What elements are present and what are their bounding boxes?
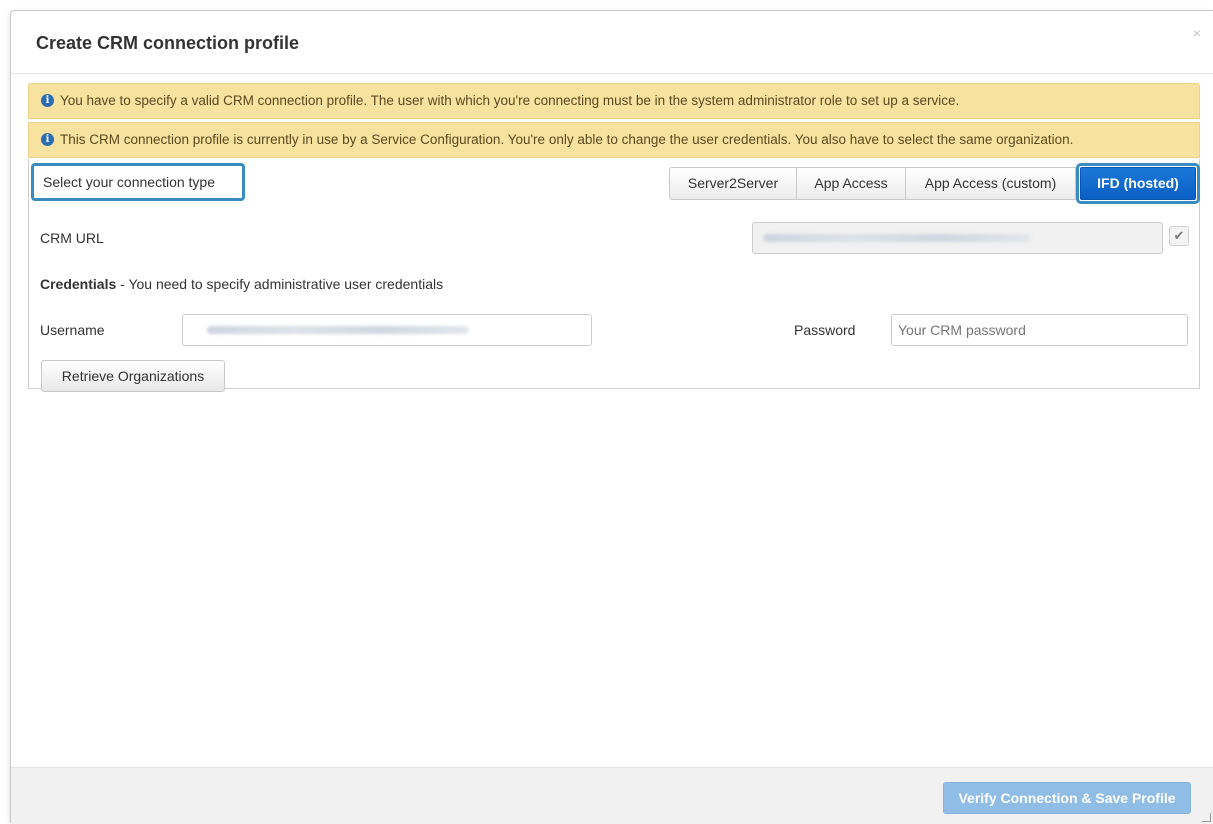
connection-option-ifd-hosted[interactable]: IFD (hosted) (1080, 167, 1196, 200)
alert-text: This CRM connection profile is currently… (60, 132, 1074, 147)
connection-profile-dialog: Create CRM connection profile × i You hav… (10, 10, 1213, 824)
alert-admin-role: i You have to specify a valid CRM connect… (28, 83, 1200, 119)
connection-option-ifd-highlight: IFD (hosted) (1076, 163, 1200, 204)
credentials-heading: Credentials - You need to specify admini… (40, 276, 443, 292)
crm-url-value-redacted (763, 234, 1031, 242)
alert-text: You have to specify a valid CRM connecti… (60, 93, 960, 108)
password-field[interactable]: Your CRM password (891, 314, 1188, 346)
dialog-footer: Verify Connection & Save Profile (11, 767, 1213, 824)
connection-option-app-access[interactable]: App Access (796, 167, 906, 200)
username-value-redacted (207, 326, 469, 334)
crm-url-field[interactable] (752, 222, 1163, 254)
dialog-title: Create CRM connection profile (36, 33, 300, 53)
username-field[interactable] (182, 314, 592, 346)
close-icon[interactable]: × (1193, 25, 1201, 41)
credentials-heading-bold: Credentials (40, 276, 117, 292)
password-placeholder: Your CRM password (898, 322, 1026, 338)
password-label: Password (794, 322, 856, 338)
connection-type-selector: Server2Server App Access App Access (cus… (669, 163, 1200, 204)
username-label: Username (40, 322, 105, 338)
crm-url-label: CRM URL (40, 230, 104, 246)
connection-option-app-access-custom[interactable]: App Access (custom) (905, 167, 1076, 200)
info-icon: i (41, 93, 54, 107)
dialog-header: Create CRM connection profile × (11, 11, 1213, 74)
verify-save-button[interactable]: Verify Connection & Save Profile (943, 782, 1191, 814)
connection-panel: Select your connection type Server2Serve… (28, 159, 1200, 392)
checkmark-icon[interactable]: ✔ (1169, 226, 1189, 246)
alert-in-use: i This CRM connection profile is currentl… (28, 122, 1200, 158)
connection-type-label: Select your connection type (31, 163, 245, 201)
info-icon: i (41, 132, 54, 146)
connection-option-server2server[interactable]: Server2Server (669, 167, 797, 200)
retrieve-organizations-button[interactable]: Retrieve Organizations (41, 360, 225, 392)
resize-grip-icon[interactable] (1202, 813, 1211, 822)
credentials-heading-text: - You need to specify administrative use… (116, 276, 444, 292)
